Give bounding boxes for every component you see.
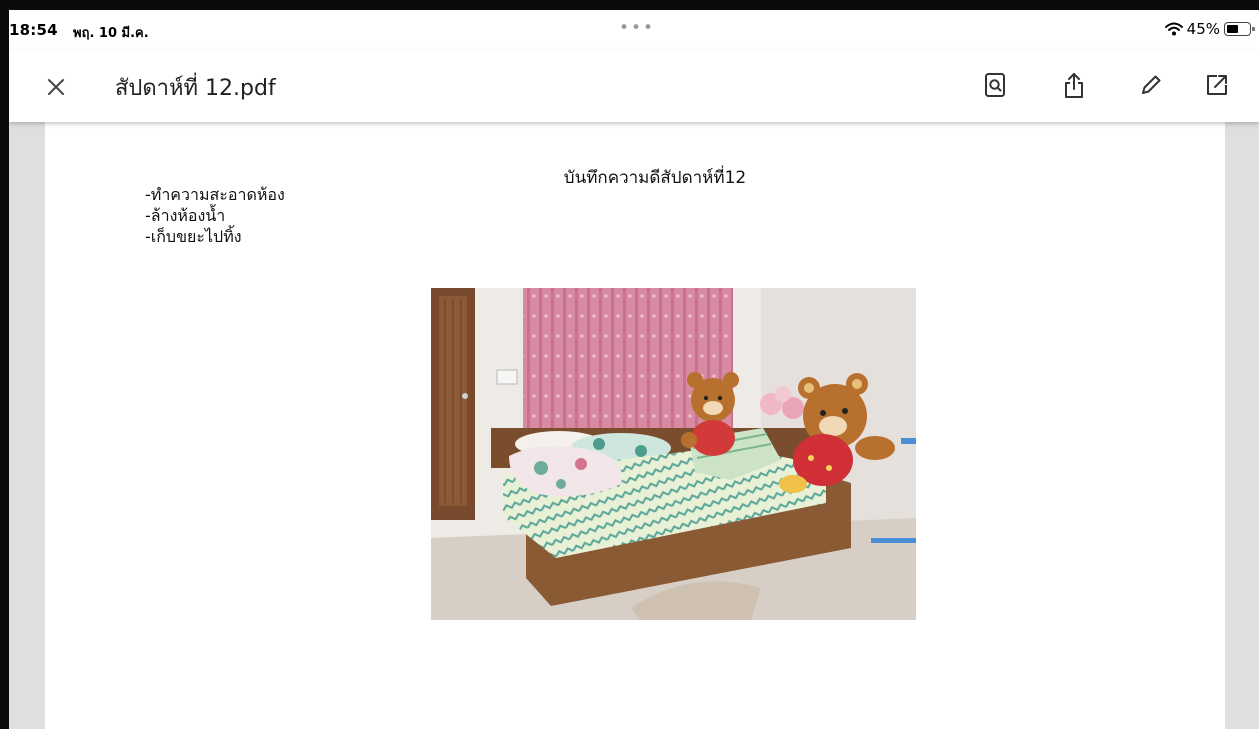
status-date: พฤ. 10 มี.ค. xyxy=(73,26,149,41)
edit-button[interactable] xyxy=(1136,70,1166,100)
search-document-icon xyxy=(985,73,1005,97)
status-indicators: 45% xyxy=(1164,20,1255,38)
task-item: -ล้างห้องน้ำ xyxy=(145,206,226,225)
close-icon xyxy=(48,79,64,95)
task-list: -ทำความสะอาดห้อง -ล้างห้องน้ำ -เก็บขยะไป… xyxy=(145,184,285,247)
status-time: 18:54 xyxy=(9,21,58,39)
share-button[interactable] xyxy=(1059,70,1089,100)
task-item: -ทำความสะอาดห้อง xyxy=(145,185,285,204)
open-external-icon xyxy=(1207,75,1227,95)
multitasking-dots[interactable]: ••• xyxy=(619,18,655,38)
task-item: -เก็บขยะไปทิ้ง xyxy=(145,227,242,246)
close-button[interactable] xyxy=(43,74,69,100)
open-in-app-button[interactable] xyxy=(1202,70,1232,100)
battery-icon xyxy=(1224,22,1255,36)
pdf-page[interactable]: บันทึกความดีสัปดาห์ที่12 -ทำความสะอาดห้อ… xyxy=(45,122,1225,729)
viewer-toolbar: สัปดาห์ที่ 12.pdf xyxy=(9,50,1259,122)
device-frame: 18:54 พฤ. 10 มี.ค. ••• 45% สัปดาห์ที่ 12… xyxy=(0,0,1259,729)
document-viewer[interactable]: บันทึกความดีสัปดาห์ที่12 -ทำความสะอาดห้อ… xyxy=(9,122,1259,729)
document-title: สัปดาห์ที่ 12.pdf xyxy=(115,76,276,101)
page-heading: บันทึกความดีสัปดาห์ที่12 xyxy=(563,168,747,188)
status-bar: 18:54 พฤ. 10 มี.ค. ••• 45% xyxy=(9,10,1259,50)
screen: 18:54 พฤ. 10 มี.ค. ••• 45% สัปดาห์ที่ 12… xyxy=(9,10,1259,729)
search-in-document-button[interactable] xyxy=(980,70,1010,100)
share-icon xyxy=(1065,73,1083,98)
wifi-icon xyxy=(1164,22,1183,36)
bedroom-photo xyxy=(431,288,916,620)
edit-pencil-icon xyxy=(1142,75,1161,94)
battery-percent: 45% xyxy=(1186,20,1220,38)
